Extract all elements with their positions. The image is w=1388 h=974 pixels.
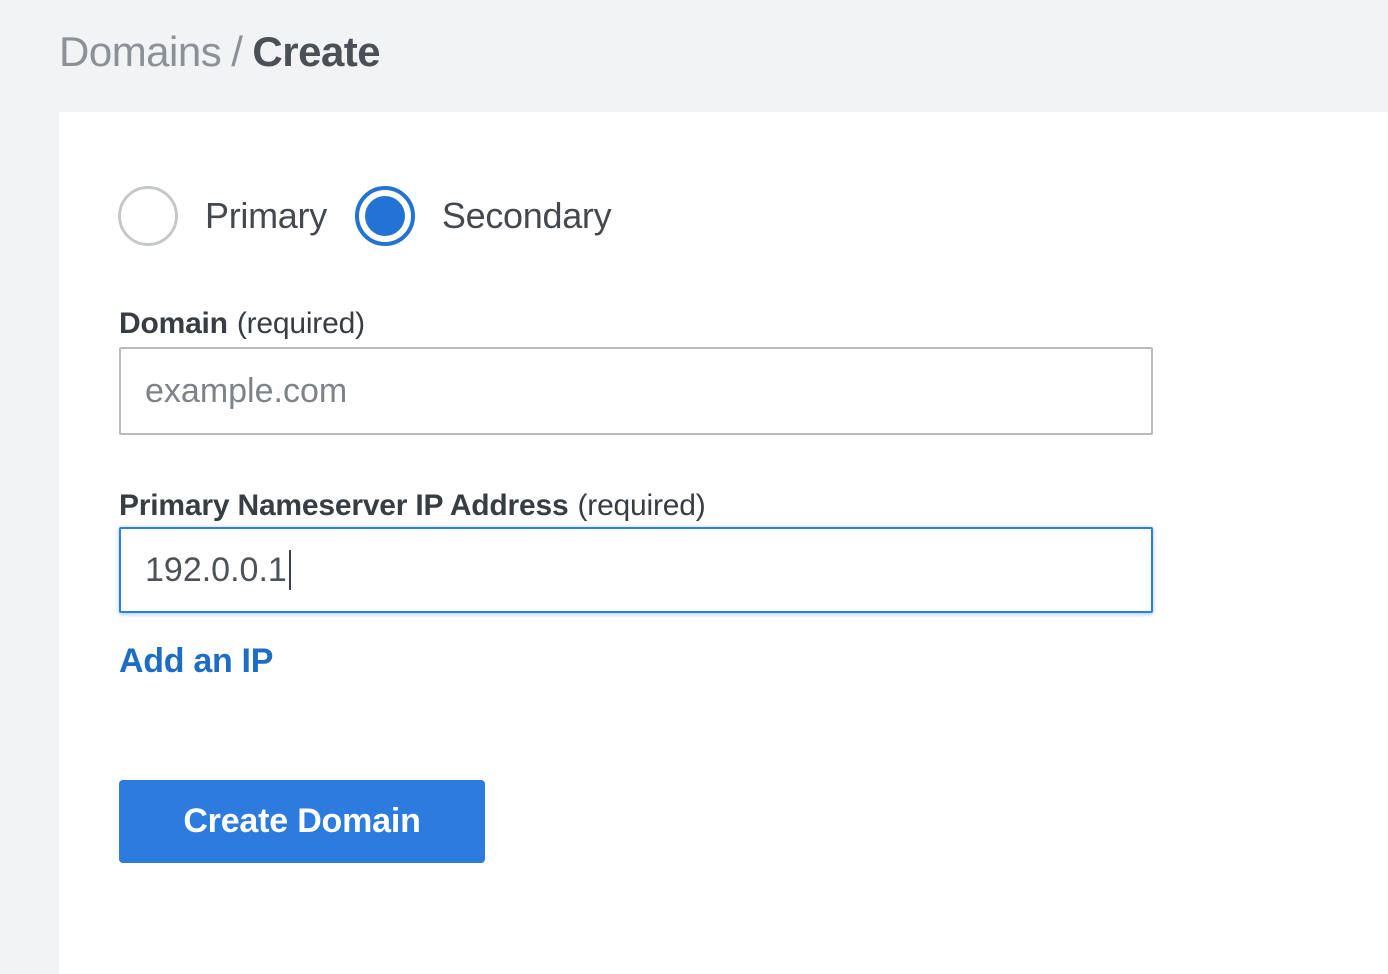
domain-field-label: Domain (required) bbox=[119, 307, 365, 341]
ip-label-text: Primary Nameserver IP Address bbox=[119, 489, 568, 522]
domain-input[interactable] bbox=[119, 347, 1153, 435]
ip-input[interactable]: 192.0.0.1 bbox=[119, 527, 1153, 613]
radio-unselected-icon[interactable] bbox=[118, 186, 178, 246]
ip-required-suffix: (required) bbox=[577, 489, 705, 522]
breadcrumb-separator: / bbox=[231, 28, 242, 75]
breadcrumb: Domains/Create bbox=[59, 28, 380, 76]
create-domain-card: Primary Secondary Domain (required) Prima… bbox=[59, 112, 1388, 974]
domain-required-suffix: (required) bbox=[237, 307, 365, 340]
radio-selected-icon[interactable] bbox=[355, 186, 415, 246]
domain-type-radio-group: Primary Secondary bbox=[118, 186, 611, 246]
breadcrumb-current-page: Create bbox=[252, 28, 380, 75]
domain-label-text: Domain bbox=[119, 307, 228, 340]
radio-option-primary[interactable]: Primary bbox=[118, 186, 327, 246]
radio-option-secondary[interactable]: Secondary bbox=[355, 186, 611, 246]
radio-label-secondary[interactable]: Secondary bbox=[442, 195, 611, 237]
radio-label-primary[interactable]: Primary bbox=[205, 195, 327, 237]
text-caret bbox=[289, 550, 291, 590]
ip-input-value: 192.0.0.1 bbox=[145, 551, 287, 590]
breadcrumb-domains-link[interactable]: Domains bbox=[59, 28, 221, 75]
add-ip-link[interactable]: Add an IP bbox=[119, 642, 273, 681]
create-domain-button[interactable]: Create Domain bbox=[119, 780, 485, 863]
ip-field-label: Primary Nameserver IP Address (required) bbox=[119, 489, 706, 523]
